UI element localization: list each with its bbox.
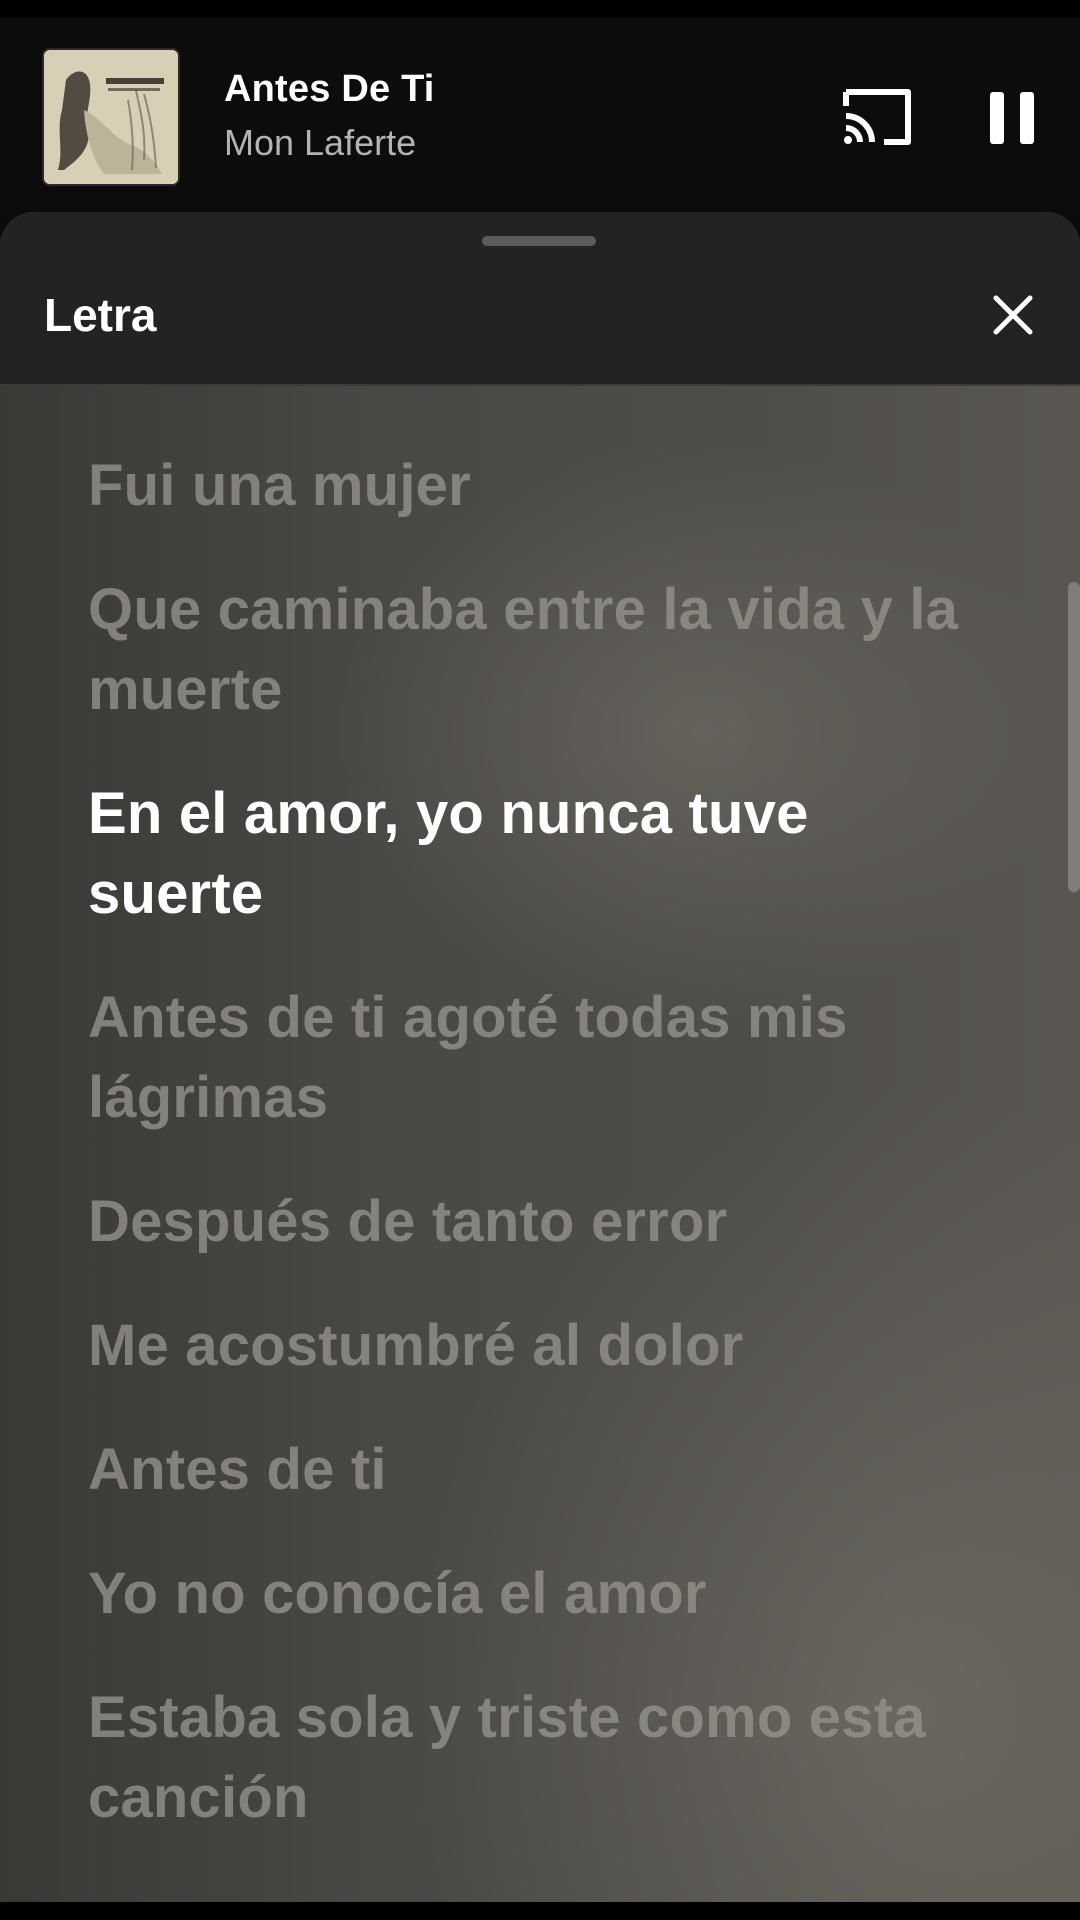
status-bar [0,0,1080,18]
lyrics-sheet: Letra mentir Fui una mujer Que caminaba en… [0,212,1080,1902]
lyric-line[interactable]: Antes de ti [88,1430,988,1510]
close-button[interactable] [990,292,1036,338]
lyric-line[interactable]: Después de tanto error [88,1182,988,1262]
track-artist[interactable]: Mon Laferte [224,122,416,164]
album-art[interactable] [44,50,178,184]
lyric-line[interactable]: Me acostumbré al dolor [88,1306,988,1386]
scrollbar[interactable] [1068,582,1080,892]
cast-button[interactable] [840,86,914,148]
mini-player[interactable]: Antes De Ti Mon Laferte [0,18,1080,218]
lyrics-title: Letra [44,289,157,341]
drag-handle[interactable] [482,236,596,246]
lyric-line-active[interactable]: En el amor, yo nunca tuve suerte [88,774,988,934]
screen: Antes De Ti Mon Laferte Letra Fui una mu… [0,0,1080,1920]
album-art-image [44,50,178,184]
lyric-line[interactable]: Antes de ti agoté todas mis lágrimas [88,978,988,1138]
lyric-line[interactable]: mentir [88,386,988,402]
pause-button[interactable] [986,88,1038,148]
track-title[interactable]: Antes De Ti [224,68,435,111]
pause-icon [990,92,1034,144]
navigation-bar [0,1902,1080,1920]
lyric-line[interactable]: Yo no conocía el amor [88,1554,988,1634]
lyrics-sheet-header: Letra [0,212,1080,386]
lyric-line[interactable]: Que caminaba entre la vida y la muerte [88,570,988,730]
close-icon [993,295,1033,335]
cast-icon [843,89,911,145]
lyrics-container: mentir Fui una mujer Que caminaba entre la… [88,386,988,1882]
lyric-line[interactable]: Fui una mujer [88,446,988,526]
lyric-line[interactable]: Estaba sola y triste como esta canción [88,1678,988,1838]
lyrics-list[interactable]: mentir Fui una mujer Que caminaba entre la… [0,386,1080,1902]
